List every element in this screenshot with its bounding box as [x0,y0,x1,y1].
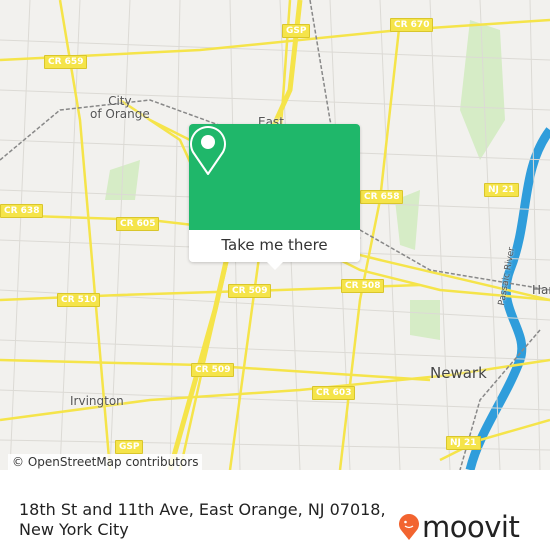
road-shield: CR 605 [116,217,160,231]
location-popup: Take me there [189,124,360,270]
road-shield: CR 509 [228,284,272,298]
road-shield: CR 638 [0,204,44,218]
place-label-city-of-orange: City of Orange [90,94,150,121]
road-shield: GSP [282,24,311,38]
road-shield: GSP [115,440,144,454]
road-shield: CR 603 [312,386,356,400]
road-shield: NJ 21 [484,183,519,197]
map-pin-icon [190,126,226,175]
road-shield: CR 508 [341,279,385,293]
road-shield: CR 658 [360,190,404,204]
road-shield: CR 510 [57,293,101,307]
moovit-logo: moovit [398,510,520,544]
road-shield: NJ 21 [446,436,481,450]
road-shield: CR 670 [390,18,434,32]
road-shield: CR 659 [44,55,88,69]
popup-header [189,124,360,230]
address-text: 18th St and 11th Ave, East Orange, NJ 07… [19,500,386,539]
map[interactable]: Cityof Orange East Irvington Newark Har … [0,0,550,470]
moovit-pin-icon [399,514,419,540]
place-label-irvington: Irvington [70,394,124,408]
take-me-there-button[interactable]: Take me there [189,230,360,262]
road-shield: CR 509 [191,363,235,377]
place-label-harrison: Har [532,283,550,297]
osm-attribution[interactable]: © OpenStreetMap contributors [8,454,203,470]
moovit-logo-text: moovit [422,510,520,544]
place-label-newark: Newark [430,364,487,382]
footer: 18th St and 11th Ave, East Orange, NJ 07… [0,470,550,550]
popup-pointer [267,262,283,270]
